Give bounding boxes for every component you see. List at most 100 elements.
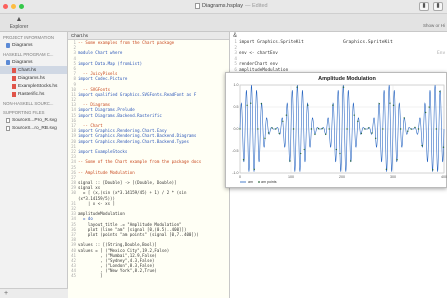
legend-swatch-points [258,181,260,183]
data-point [271,127,273,129]
amplitude-modulation-chart: Amplitude Modulation 0 100 200 300 400 1.0 0.5 0… [232,76,447,184]
sidebar-item[interactable]: Diagrams [0,41,67,49]
code-text: module Chart where [78,50,123,56]
show-info-label[interactable]: Show or Hi [423,23,445,28]
data-point [442,146,445,148]
add-icon[interactable]: + [4,290,8,297]
data-point [439,90,441,93]
data-point [242,159,245,161]
data-point [317,127,320,130]
data-point [414,126,416,129]
data-point [382,128,384,130]
sidebar-item[interactable]: Diagrams [0,58,67,66]
data-point [299,152,302,155]
data-point [435,128,438,130]
code-text: ] [78,273,103,279]
data-point [364,128,366,130]
document-icon [195,3,200,9]
data-point [417,128,420,130]
data-point [346,128,348,130]
x-tick-label: 100 [288,175,294,179]
sidebar-item-label: Rasterific.hs [18,91,45,97]
sidebar-item-label: SourceS...ro_RB.svg [12,125,57,131]
data-point [371,132,373,134]
haskell-file-icon [12,83,16,89]
layout-right-button[interactable]: ▮ [433,2,443,11]
haskell-file-icon [12,75,16,81]
data-point [407,130,409,132]
data-point [239,128,241,130]
sidebar-item[interactable]: SourceS...ro_RB.svg [0,124,67,132]
sidebar-item-label: Diagrams.hs [18,75,45,81]
data-point [353,114,355,116]
close-button[interactable] [3,4,8,9]
playground-lines[interactable]: 1 import Graphics.SpriteKit Graphics.Sprit… [230,40,447,74]
sidebar-item[interactable]: SourceS...Pro_R.svg [0,116,67,124]
data-point [357,120,359,123]
sidebar-item[interactable]: Rasterific.hs [0,90,67,98]
data-point [282,120,284,123]
x-tick-label: 0 [239,175,241,179]
sidebar-item[interactable]: ExampleStocks.hs [0,82,67,90]
playground-header-icon: & [233,33,238,39]
toolbar: ▲ Explorer Show or Hi [0,14,447,32]
data-point [314,133,316,136]
legend-label: am [248,180,253,184]
y-tick-label: -0.5 [232,149,238,153]
editor-tab[interactable]: Chart.hs [68,32,229,40]
window-edited-text: — Edited [244,3,268,9]
code-lines[interactable]: 1 -- Some examples from the Chart package… [68,40,229,279]
sidebar-section-title: NON-HASKELL SOURC... [3,101,54,106]
code-editor[interactable]: Chart.hs 1 -- Some examples from the Char… [68,32,230,298]
code-text: import Data.Map (fromList) [78,60,143,66]
legend-label: am points [261,180,277,184]
code-text: -- Some examples from the Chart package [78,40,175,45]
data-point [339,152,341,155]
data-point [389,102,391,104]
chart-window: Amplitude Modulation 0 100 200 300 400 1.0 0.5 0… [225,72,447,188]
data-point [278,132,280,135]
data-point [307,104,309,106]
file-icon [6,125,10,131]
code-text: import Graphics.Rendering.Chart.Backend.… [78,138,189,144]
layout-left-button[interactable]: ▮ [419,2,429,11]
project-sidebar: PROJECT INFORMATION Diagrams HASKELL PROGR… [0,32,68,298]
data-point [349,160,352,162]
code-text: import Diagrams.Backend.Rasterific [78,112,162,118]
x-tick-label: 300 [390,175,396,179]
code-text: import qualified Graphics.SVGFonts.ReadF… [78,91,197,97]
data-point [392,104,395,107]
code-line[interactable]: 45 ] [68,273,229,278]
line-number: 45 [71,273,76,279]
code-text: -- Some of the Chart example from the pa… [78,159,202,165]
data-point [275,128,277,130]
window-controls [3,4,24,9]
sidebar-item-label: Diagrams [12,59,33,65]
sidebar-section-title: SUPPORTING FILES [3,110,45,115]
code-text: plot (points "am points" (signal [0,7..4… [78,231,199,237]
chart-title: Amplitude Modulation [318,76,376,82]
data-point [428,106,430,108]
data-point [285,114,288,116]
folder-icon [6,59,10,65]
title-bar: Diagrams.hsplay — Edited ▮ ▮ [0,0,447,14]
file-icon [6,117,10,123]
sidebar-item[interactable]: Chart.hs [0,66,67,74]
data-point [310,128,313,130]
zoom-button[interactable] [19,4,24,9]
data-point [360,132,363,135]
data-point [324,133,327,136]
sidebar-item-label: Chart.hs [18,67,37,73]
data-point [403,117,405,119]
data-point [264,137,266,140]
y-tick-label: 0.0 [234,127,239,131]
minimize-button[interactable] [11,4,16,9]
explorer-button[interactable]: ▲ Explorer [4,15,34,30]
sidebar-item-label: Diagrams [12,42,33,48]
code-text: | x <- xs ] [78,200,115,206]
sidebar-item-label: SourceS...Pro_R.svg [12,117,57,123]
explorer-icon: ▲ [15,16,23,23]
data-point [257,128,259,130]
sidebar-item[interactable]: Diagrams.hs [0,74,67,82]
data-point [332,104,334,106]
